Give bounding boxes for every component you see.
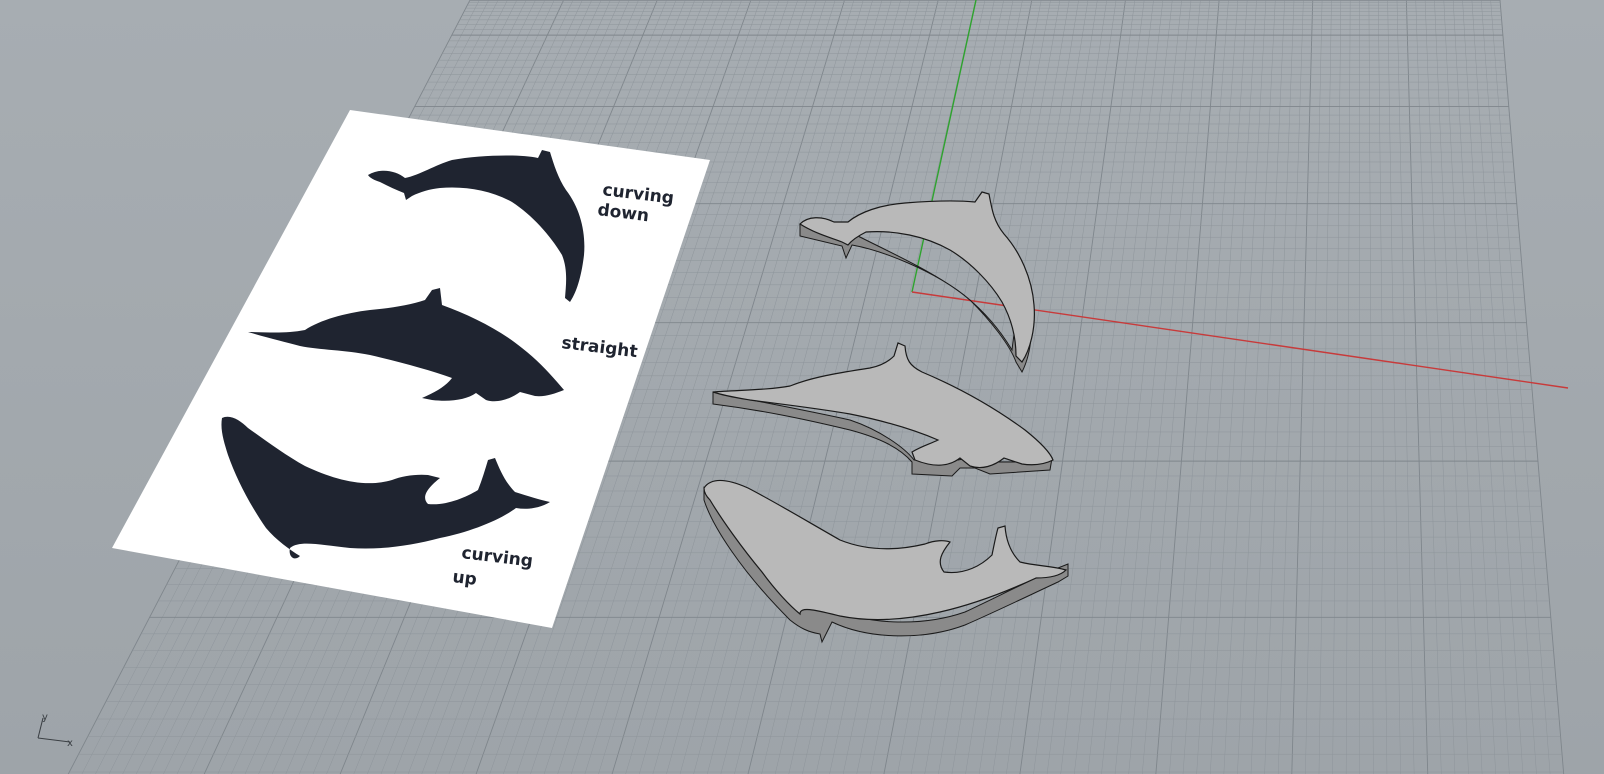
label-curving-up-line2: up [451,567,478,590]
widget-x-label: x [67,738,73,749]
scene-canvas[interactable]: curving down straight curving up x y [0,0,1604,774]
widget-y-label: y [42,712,48,723]
perspective-viewport[interactable]: curving down straight curving up x y [0,0,1604,774]
